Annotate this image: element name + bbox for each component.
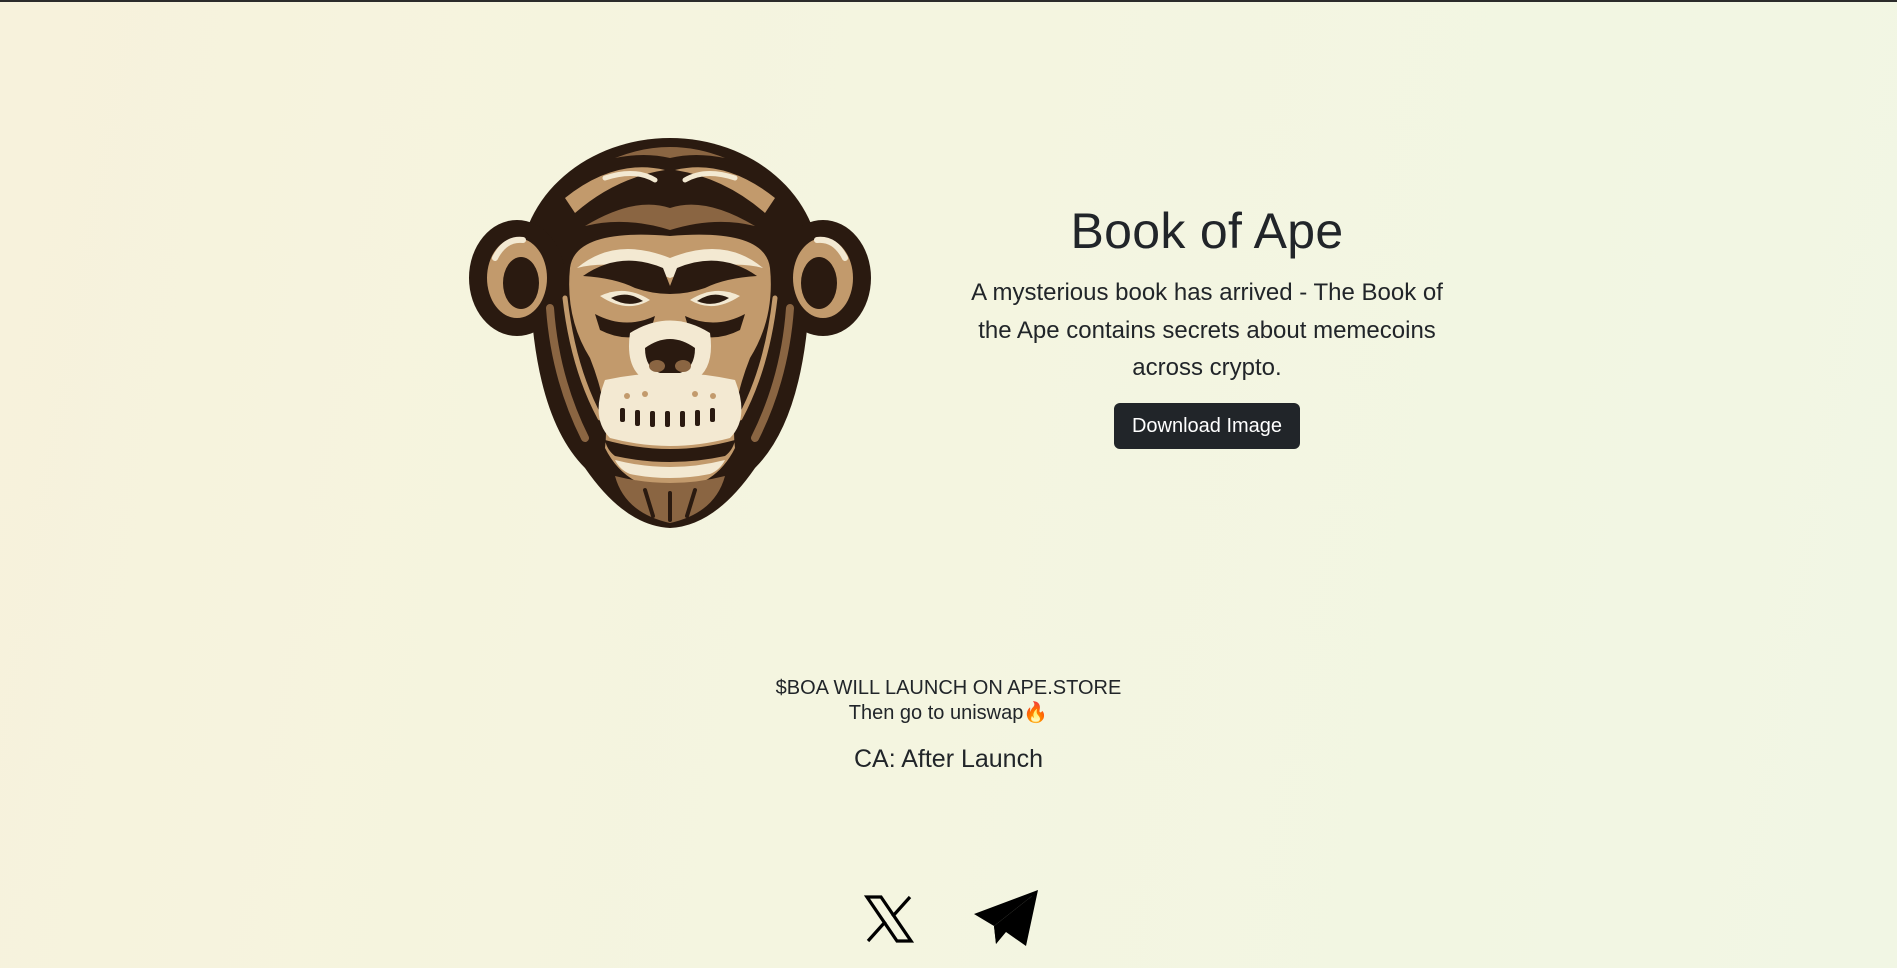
x-icon bbox=[864, 895, 914, 943]
launch-announcement: $BOA WILL LAUNCH ON APE.STORE bbox=[775, 677, 1122, 699]
download-image-button[interactable]: Download Image bbox=[1113, 402, 1301, 449]
top-border bbox=[0, 0, 1897, 2]
contract-address: CA: After Launch bbox=[853, 745, 1043, 773]
launch-info: $BOA WILL LAUNCH ON APE.STORE Then go to… bbox=[0, 676, 1897, 774]
hero-description: A mysterious book has arrived - The Book… bbox=[971, 279, 1443, 381]
telegram-icon bbox=[974, 890, 1038, 946]
telegram-link[interactable] bbox=[972, 888, 1040, 948]
social-links bbox=[0, 888, 1897, 950]
x-link[interactable] bbox=[864, 894, 914, 944]
uniswap-note: Then go to uniswap🔥 bbox=[848, 702, 1049, 724]
page-title: Book of Ape bbox=[1070, 203, 1344, 259]
ape-logo-image bbox=[465, 118, 875, 538]
ape-head-icon bbox=[469, 138, 871, 528]
hero-text-block: Book of Ape A mysterious book has arrive… bbox=[947, 196, 1467, 449]
